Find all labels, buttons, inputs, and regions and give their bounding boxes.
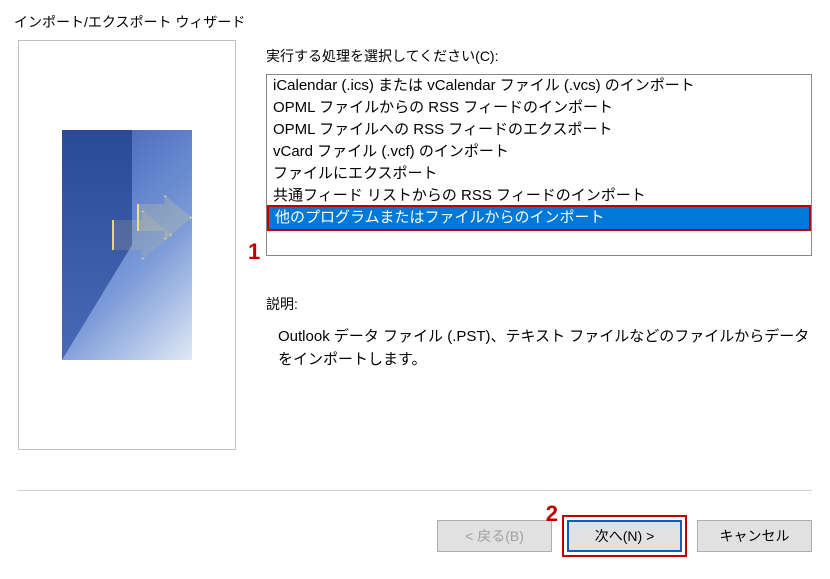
list-item[interactable]: 共通フィード リストからの RSS フィードのインポート (267, 185, 811, 207)
right-panel: 実行する処理を選択してください(C): iCalendar (.ics) または… (266, 40, 812, 450)
list-item-selected[interactable]: 他のプログラムまたはファイルからのインポート (267, 205, 811, 231)
list-item[interactable]: iCalendar (.ics) または vCalendar ファイル (.vc… (267, 75, 811, 97)
next-button[interactable]: 次へ(N) > (567, 520, 682, 552)
button-row: < 戻る(B) 次へ(N) > キャンセル (437, 515, 812, 557)
annotation-marker-1: 1 (248, 239, 260, 265)
back-button: < 戻る(B) (437, 520, 552, 552)
description-label: 説明: (266, 294, 812, 314)
action-list-label: 実行する処理を選択してください(C): (266, 46, 812, 66)
action-list-box[interactable]: iCalendar (.ics) または vCalendar ファイル (.vc… (266, 74, 812, 256)
separator (18, 490, 812, 491)
list-item[interactable]: OPML ファイルからの RSS フィードのインポート (267, 97, 811, 119)
description-section: 説明: Outlook データ ファイル (.PST)、テキスト ファイルなどの… (266, 294, 812, 371)
next-button-highlight: 次へ(N) > (562, 515, 687, 557)
list-item[interactable]: ファイルにエクスポート (267, 163, 811, 185)
wizard-graphic (62, 130, 192, 360)
list-item[interactable]: OPML ファイルへの RSS フィードのエクスポート (267, 119, 811, 141)
wizard-graphic-panel (18, 40, 236, 450)
list-item[interactable]: vCard ファイル (.vcf) のインポート (267, 141, 811, 163)
description-text: Outlook データ ファイル (.PST)、テキスト ファイルなどのファイル… (266, 326, 812, 371)
arrow-icon (112, 190, 192, 280)
cancel-button[interactable]: キャンセル (697, 520, 812, 552)
annotation-marker-2: 2 (546, 501, 558, 527)
dialog-title: インポート/エクスポート ウィザード (0, 0, 830, 40)
content-area: 実行する処理を選択してください(C): iCalendar (.ics) または… (0, 40, 830, 450)
